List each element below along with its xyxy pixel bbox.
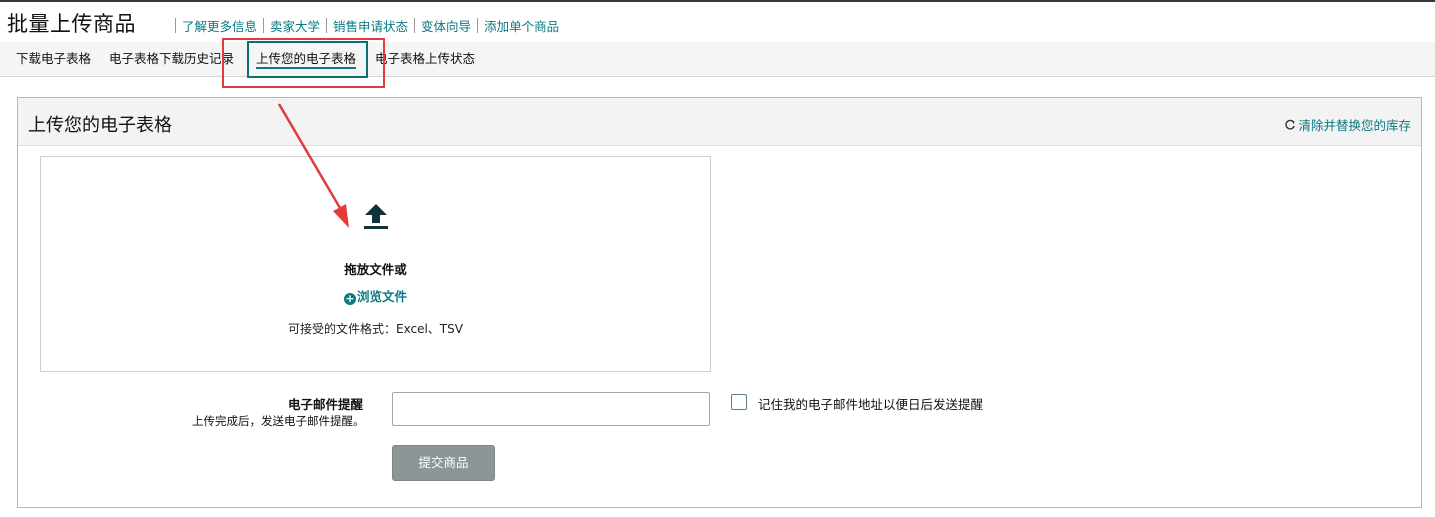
clear-replace-inventory-link[interactable]: 清除并替换您的库存 bbox=[1284, 115, 1411, 134]
learn-more-link[interactable]: 了解更多信息 bbox=[176, 16, 263, 35]
email-alert-label: 电子邮件提醒 bbox=[288, 397, 364, 412]
panel-title: 上传您的电子表格 bbox=[28, 115, 172, 136]
browse-files-label: 浏览文件 bbox=[356, 289, 407, 304]
upload-panel: 上传您的电子表格 清除并替换您的库存 拖放文件或 + 浏览文件 可接受的文件格式：… bbox=[17, 97, 1422, 508]
upload-icon bbox=[364, 204, 388, 229]
email-alert-hint: 上传完成后，发送电子邮件提醒。 bbox=[192, 414, 365, 428]
submit-products-button[interactable]: 提交商品 bbox=[392, 445, 495, 481]
annotation-highlight-box bbox=[222, 38, 385, 88]
header-links: 了解更多信息 卖家大学 销售申请状态 变体向导 添加单个商品 bbox=[175, 16, 565, 35]
variation-wizard-link[interactable]: 变体向导 bbox=[415, 16, 477, 35]
remember-email-label[interactable]: 记住我的电子邮件地址以便日后发送提醒 bbox=[758, 394, 983, 413]
add-single-product-link[interactable]: 添加单个商品 bbox=[478, 16, 565, 35]
plus-circle-icon: + bbox=[343, 292, 356, 305]
selling-application-status-link[interactable]: 销售申请状态 bbox=[327, 16, 414, 35]
clear-replace-inventory-label: 清除并替换您的库存 bbox=[1298, 118, 1411, 133]
page-title: 批量上传商品 bbox=[7, 12, 136, 36]
refresh-icon bbox=[1285, 119, 1296, 130]
top-rule bbox=[0, 0, 1435, 2]
tab-bar: 下载电子表格 电子表格下载历史记录 上传您的电子表格 电子表格上传状态 bbox=[0, 42, 1435, 77]
file-dropzone[interactable]: 拖放文件或 + 浏览文件 可接受的文件格式：Excel、TSV bbox=[40, 156, 711, 372]
seller-university-link[interactable]: 卖家大学 bbox=[264, 16, 326, 35]
accepted-formats-text: 可接受的文件格式：Excel、TSV bbox=[288, 322, 463, 336]
panel-header: 上传您的电子表格 清除并替换您的库存 bbox=[18, 98, 1421, 146]
browse-files-link[interactable]: + 浏览文件 bbox=[41, 286, 710, 305]
tab-download-spreadsheet[interactable]: 下载电子表格 bbox=[16, 42, 91, 76]
remember-email-checkbox[interactable] bbox=[731, 394, 747, 410]
tab-upload-status[interactable]: 电子表格上传状态 bbox=[375, 42, 475, 76]
tab-download-history[interactable]: 电子表格下载历史记录 bbox=[109, 42, 234, 76]
email-field[interactable] bbox=[392, 392, 710, 426]
drop-files-text: 拖放文件或 bbox=[344, 262, 407, 277]
